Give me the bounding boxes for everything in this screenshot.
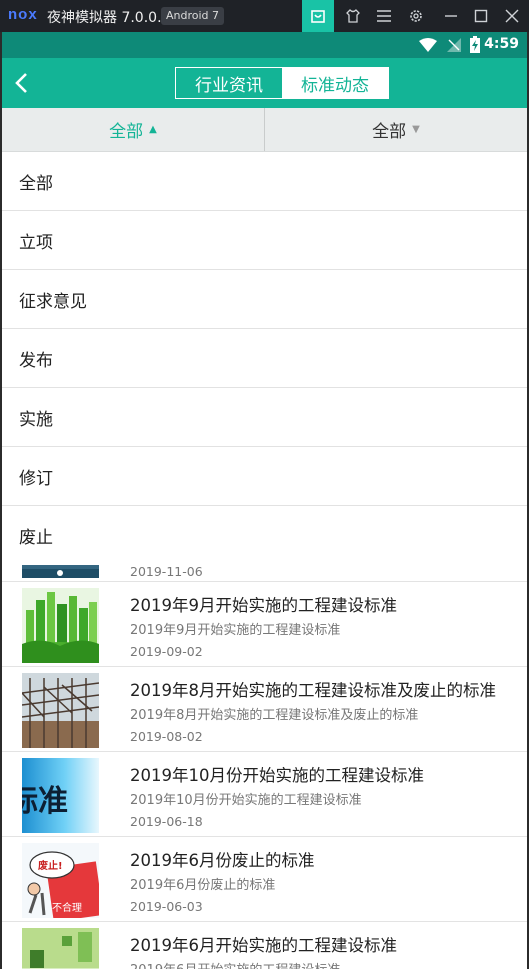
shopping-bag-icon (311, 10, 325, 23)
app-store-button[interactable] (302, 0, 334, 32)
thumbnail-bubble-text: 废止! (38, 861, 63, 872)
news-date: 2019-11-06 (130, 565, 203, 579)
maximize-button[interactable] (465, 0, 497, 32)
news-date: 2019-09-02 (130, 644, 203, 659)
news-subtitle: 2019年6月份废止的标准 (130, 878, 276, 893)
nox-logo: nox (8, 6, 38, 23)
list-item[interactable]: 2019年8月开始实施的工程建设标准及废止的标准 2019年8月开始实施的工程建… (2, 667, 527, 752)
thumbnail-text: 标准 (22, 784, 68, 819)
settings-button[interactable] (400, 0, 432, 32)
dropdown-item-consultation[interactable]: 征求意见 (2, 270, 527, 329)
news-title: 2019年6月开始实施的工程建设标准 (130, 936, 397, 955)
list-item[interactable]: 标准 2019年10月份开始实施的工程建设标准 2019年10月份开始实施的工程… (2, 752, 527, 837)
back-button[interactable] (8, 70, 34, 96)
filter-type[interactable]: 全部 ▼ (265, 108, 527, 151)
no-signal-icon (447, 38, 461, 52)
category-dropdown: 全部 立项 征求意见 发布 实施 修订 废止 (2, 152, 527, 565)
segmented-tabs: 行业资讯 标准动态 (175, 67, 389, 99)
skin-button[interactable] (337, 0, 369, 32)
news-subtitle: 2019年10月份开始实施的工程建设标准 (130, 793, 362, 808)
news-title: 2019年6月份废止的标准 (130, 851, 315, 870)
dropdown-item-project[interactable]: 立项 (2, 211, 527, 270)
minimize-icon (445, 15, 457, 17)
close-button[interactable] (496, 0, 528, 32)
news-subtitle: 2019年8月开始实施的工程建设标准及废止的标准 (130, 708, 419, 723)
menu-icon (377, 10, 391, 22)
filter-type-label: 全部 (372, 122, 407, 142)
status-time: 4:59 (484, 36, 519, 52)
news-subtitle: 2019年9月开始实施的工程建设标准 (130, 623, 341, 638)
back-arrow-icon (15, 73, 27, 93)
news-thumbnail (22, 928, 99, 969)
app-bar: 行业资讯 标准动态 (2, 58, 527, 108)
list-item[interactable]: 2019-11-06 (2, 565, 527, 582)
news-title: 2019年8月开始实施的工程建设标准及废止的标准 (130, 681, 496, 700)
news-thumbnail: 标准 (22, 758, 99, 833)
caret-down-icon: ▼ (412, 124, 420, 135)
wifi-icon (419, 38, 437, 52)
news-thumbnail: 废止! 不合理 (22, 843, 99, 918)
emulator-title-bar: nox 夜神模拟器 7.0.0.6 Android 7 (0, 0, 529, 32)
news-date: 2019-06-18 (130, 814, 203, 829)
shirt-icon (346, 9, 360, 23)
news-title: 2019年10月份开始实施的工程建设标准 (130, 766, 424, 785)
news-date: 2019-06-03 (130, 899, 203, 914)
close-icon (505, 9, 519, 23)
dropdown-item-all[interactable]: 全部 (2, 152, 527, 211)
filter-category[interactable]: 全部 ▲ (2, 108, 264, 151)
news-subtitle: 2019年6月开始实施的工程建设标准 (130, 959, 340, 969)
maximize-icon (474, 9, 488, 23)
list-item[interactable]: 废止! 不合理 2019年6月份废止的标准 2019年6月份废止的标准 2019… (2, 837, 527, 922)
dropdown-item-publish[interactable]: 发布 (2, 329, 527, 388)
dropdown-item-abolish[interactable]: 废止 (2, 506, 527, 565)
menu-button[interactable] (368, 0, 400, 32)
status-bar: 4:59 (2, 32, 527, 58)
emulator-title: 夜神模拟器 7.0.0.6 (47, 10, 171, 26)
thumbnail-stamp-text: 不合理 (52, 903, 82, 914)
tab-industry-news[interactable]: 行业资讯 (176, 68, 282, 98)
dropdown-item-implement[interactable]: 实施 (2, 388, 527, 447)
dropdown-item-revise[interactable]: 修订 (2, 447, 527, 506)
news-thumbnail (22, 588, 99, 663)
android-version-badge: Android 7 (161, 7, 225, 25)
news-list: 2019-11-06 2019年9月开始实施的工程建设标准 2019年9月开始实… (2, 565, 527, 969)
news-title: 2019年9月开始实施的工程建设标准 (130, 596, 397, 615)
filter-bar: 全部 ▲ 全部 ▼ (2, 108, 527, 152)
minimize-button[interactable] (435, 0, 467, 32)
news-thumbnail (22, 673, 99, 748)
list-item[interactable]: 2019年9月开始实施的工程建设标准 2019年9月开始实施的工程建设标准 20… (2, 582, 527, 667)
battery-charging-icon (470, 36, 480, 53)
list-item[interactable]: 2019年6月开始实施的工程建设标准 2019年6月开始实施的工程建设标准 (2, 922, 527, 969)
gear-icon (410, 10, 422, 22)
caret-up-icon: ▲ (149, 124, 157, 135)
tab-standard-news[interactable]: 标准动态 (282, 68, 388, 98)
news-thumbnail (22, 565, 99, 578)
filter-category-label: 全部 (109, 122, 144, 142)
android-screen: 4:59 行业资讯 标准动态 全部 ▲ 全部 ▼ 全部 立项 征求意见 发布 实… (2, 32, 527, 969)
news-date: 2019-08-02 (130, 729, 203, 744)
